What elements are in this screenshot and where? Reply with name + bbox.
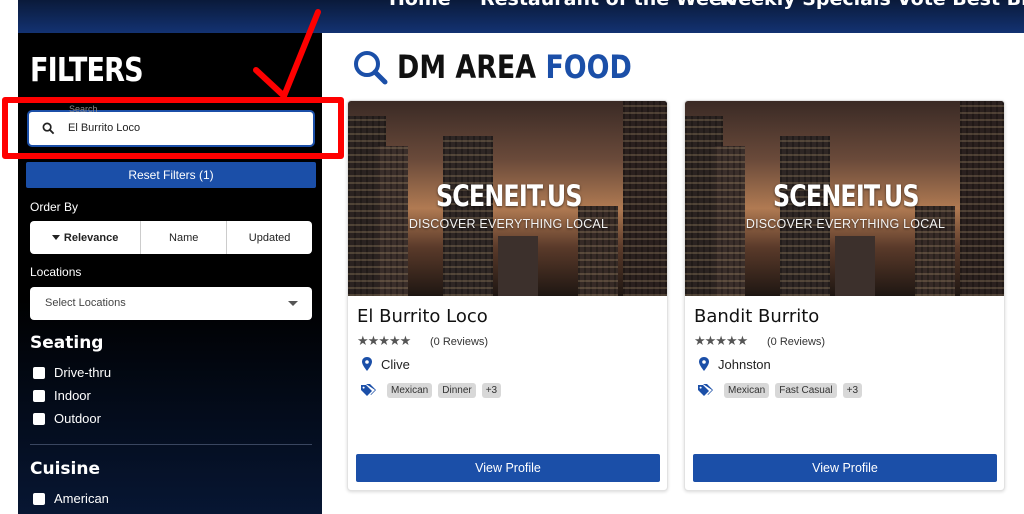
order-relevance-button[interactable]: Relevance <box>30 221 142 254</box>
chevron-down-icon <box>288 301 298 306</box>
left-edge <box>0 0 18 514</box>
order-by-label: Order By <box>30 200 79 214</box>
tag-chip[interactable]: Dinner <box>438 383 476 398</box>
locations-select[interactable]: Select Locations <box>30 287 312 320</box>
card-image[interactable]: SCENEIT.US DISCOVER EVERYTHING LOCAL <box>685 101 1004 296</box>
search-icon <box>354 51 388 85</box>
nav-weekly-specials[interactable]: Weekly Specials <box>718 0 891 10</box>
tag-icon <box>361 384 376 396</box>
card-tagline: DISCOVER EVERYTHING LOCAL <box>408 217 609 231</box>
locations-label: Locations <box>30 265 82 279</box>
restaurant-card: SCENEIT.US DISCOVER EVERYTHING LOCAL Ban… <box>684 100 1005 491</box>
card-title[interactable]: Bandit Burrito <box>694 306 819 327</box>
checkbox-label: Outdoor <box>54 411 101 426</box>
tag-chip[interactable]: Mexican <box>387 383 433 398</box>
order-updated-button[interactable]: Updated <box>227 221 312 254</box>
seating-outdoor-checkbox[interactable]: Outdoor <box>33 411 101 426</box>
checkbox-box[interactable] <box>33 492 45 505</box>
seating-indoor-checkbox[interactable]: Indoor <box>33 388 91 403</box>
card-city: Clive <box>381 357 410 372</box>
tag-chip[interactable]: +3 <box>481 383 502 398</box>
nav-vote-best-bite[interactable]: Vote Best Bite <box>897 0 1024 10</box>
card-brand: SCENEIT.US <box>435 179 583 213</box>
order-by-group: Relevance Name Updated <box>30 221 312 254</box>
card-city: Johnston <box>718 357 771 372</box>
cuisine-heading: Cuisine <box>30 459 100 479</box>
restaurant-card: SCENEIT.US DISCOVER EVERYTHING LOCAL El … <box>347 100 668 491</box>
filters-title: FILTERS <box>30 50 144 89</box>
checkbox-box[interactable] <box>33 389 45 402</box>
page-title-dark: DM AREA <box>397 48 537 86</box>
map-pin-icon <box>699 357 709 371</box>
seating-heading: Seating <box>30 333 104 353</box>
review-count: (0 Reviews) <box>767 336 826 348</box>
nav-restaurant-of-the-week[interactable]: Restaurant of the Week <box>480 0 734 10</box>
seating-drive-thru-checkbox[interactable]: Drive-thru <box>33 365 111 380</box>
order-name-button[interactable]: Name <box>141 221 228 254</box>
card-title[interactable]: El Burrito Loco <box>357 306 488 327</box>
divider <box>30 444 312 445</box>
star-icon: ★★★★★ <box>694 333 748 348</box>
reset-filters-button[interactable]: Reset Filters (1) <box>26 162 316 188</box>
view-profile-button[interactable]: View Profile <box>356 454 660 482</box>
page-title: DM AREA FOOD <box>352 48 677 86</box>
nav-home[interactable]: Home <box>389 0 451 10</box>
page-title-text: DM AREA FOOD <box>397 48 632 86</box>
checkbox-label: American <box>54 491 109 506</box>
review-count: (0 Reviews) <box>430 336 489 348</box>
tag-icon <box>698 384 713 396</box>
tag-chip[interactable]: Fast Casual <box>775 383 837 398</box>
checkbox-box[interactable] <box>33 412 45 425</box>
annotation-highlight-box <box>2 97 344 159</box>
tag-chip[interactable]: Mexican <box>724 383 770 398</box>
locations-placeholder: Select Locations <box>45 297 126 309</box>
tag-list: Mexican Fast Casual +3 <box>724 383 863 398</box>
cuisine-american-checkbox[interactable]: American <box>33 491 109 506</box>
tag-chip[interactable]: +3 <box>842 383 863 398</box>
view-profile-button[interactable]: View Profile <box>693 454 997 482</box>
page: Home Restaurant of the Week Weekly Speci… <box>0 0 1024 514</box>
map-pin-icon <box>362 357 372 371</box>
card-image[interactable]: SCENEIT.US DISCOVER EVERYTHING LOCAL <box>348 101 667 296</box>
top-nav: Home Restaurant of the Week Weekly Speci… <box>18 0 1024 33</box>
checkbox-label: Indoor <box>54 388 91 403</box>
card-tagline: DISCOVER EVERYTHING LOCAL <box>745 217 946 231</box>
tag-list: Mexican Dinner +3 <box>387 383 502 398</box>
annotation-arrow <box>253 9 321 99</box>
checkbox-box[interactable] <box>33 366 45 379</box>
star-icon: ★★★★★ <box>357 333 411 348</box>
order-relevance-label: Relevance <box>63 231 119 244</box>
checkbox-label: Drive-thru <box>54 365 112 380</box>
card-brand: SCENEIT.US <box>772 179 920 213</box>
caret-down-icon <box>51 235 60 240</box>
page-title-blue: FOOD <box>545 48 632 86</box>
